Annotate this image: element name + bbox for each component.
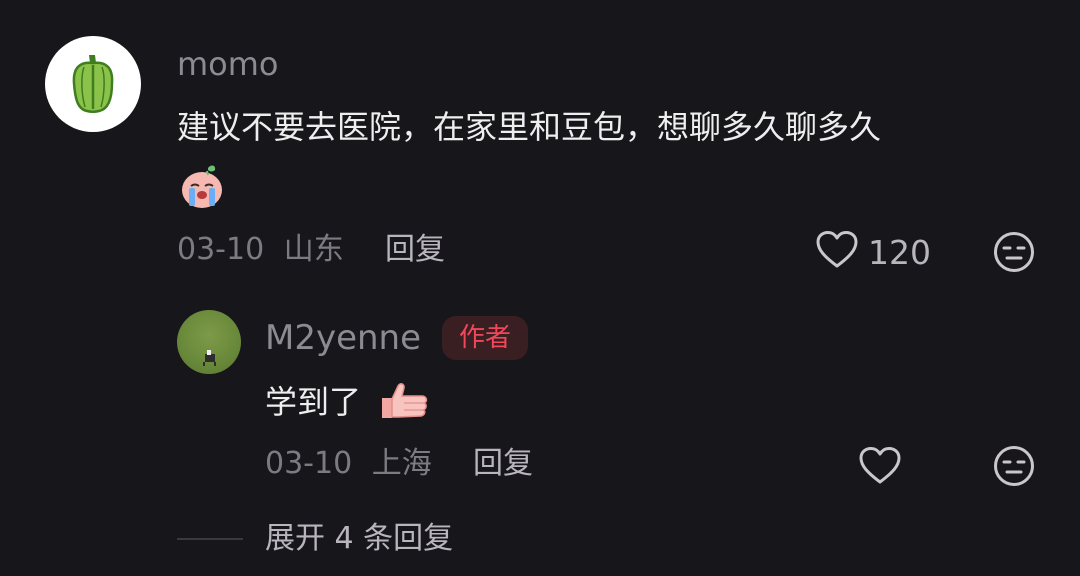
thumbs-up-emoji-icon	[378, 380, 430, 420]
meh-face-icon	[994, 232, 1034, 272]
meh-face-icon	[994, 446, 1034, 486]
avatar[interactable]	[45, 36, 141, 132]
reply-location: 上海	[371, 446, 432, 481]
reply-username[interactable]: M2yenne	[265, 318, 421, 358]
green-pepper-icon	[72, 55, 114, 113]
author-badge: 作者	[442, 316, 528, 360]
reply-text: 学到了	[265, 383, 362, 421]
expand-replies-button[interactable]: 展开 4 条回复	[265, 521, 453, 557]
comment-date: 03-10	[177, 232, 265, 267]
reply-like-button[interactable]	[858, 446, 902, 486]
comment-username[interactable]: momo	[177, 44, 279, 84]
comment-text: 建议不要去医院，在家里和豆包，想聊多久聊多久	[177, 108, 882, 146]
reply-dislike-button[interactable]	[993, 445, 1035, 487]
like-count: 120	[868, 233, 931, 272]
heart-icon	[816, 231, 858, 268]
crying-peach-emoji-icon	[178, 162, 226, 210]
reply-date: 03-10	[265, 446, 353, 481]
dislike-button[interactable]	[993, 231, 1035, 273]
reply-reply-button[interactable]: 回复	[473, 446, 533, 482]
like-button[interactable]	[815, 230, 859, 270]
reply-button[interactable]: 回复	[385, 232, 445, 268]
heart-icon	[859, 447, 901, 484]
divider	[177, 538, 243, 540]
comment-location: 山东	[283, 232, 344, 267]
reply-avatar[interactable]	[177, 310, 241, 374]
